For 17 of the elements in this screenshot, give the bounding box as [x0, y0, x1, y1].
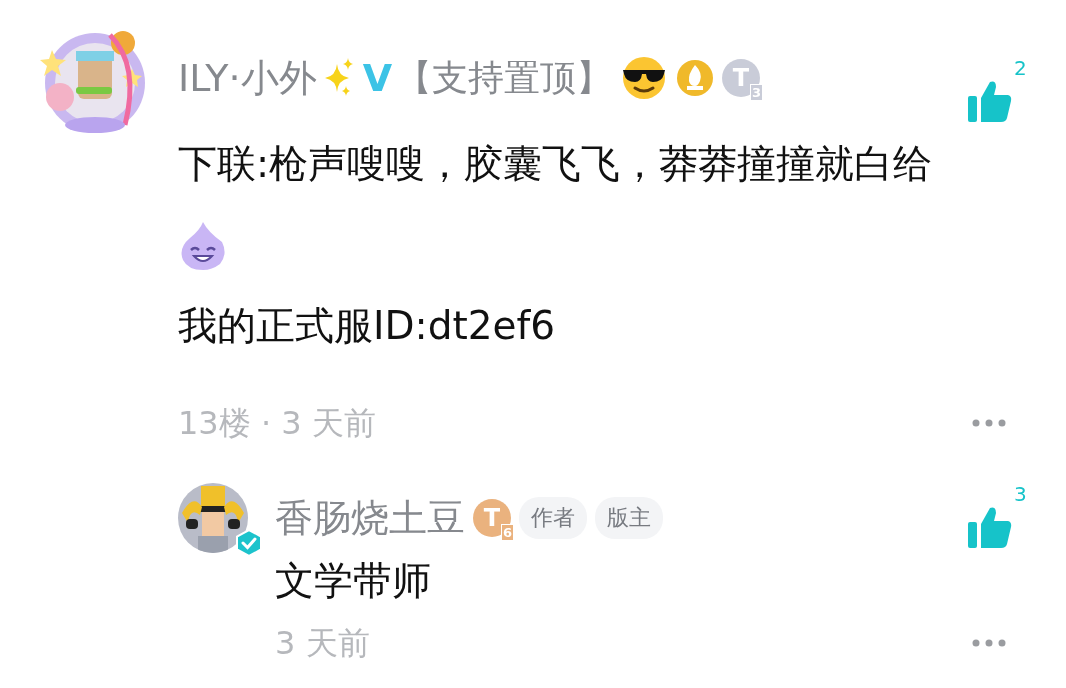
comment-text: 文学带师 [275, 558, 432, 604]
thumbs-up-icon[interactable] [968, 80, 1012, 122]
thumbs-up-icon[interactable] [968, 506, 1012, 548]
user-name[interactable]: 香肠烧土豆 [275, 492, 465, 544]
comment-meta: 13楼 · 3 天前 [178, 404, 376, 442]
more-icon[interactable] [972, 639, 1006, 647]
v-label: V [362, 56, 393, 100]
role-tag: 作者 [519, 497, 587, 539]
comment-text: 下联:枪声嗖嗖，胶囊飞飞，莽莽撞撞就白给 [178, 141, 934, 187]
user-tag: 【支持置顶】 [396, 53, 613, 103]
comment-text: 我的正式服ID:dt2ef6 [178, 303, 557, 349]
more-icon[interactable] [972, 419, 1006, 427]
role-tag: 版主 [595, 497, 663, 539]
user-name[interactable]: ILY·小外 [178, 52, 317, 104]
comment-meta: 3 天前 [275, 624, 370, 662]
like-count: 3 [1014, 482, 1027, 506]
like-count: 2 [1014, 56, 1027, 80]
